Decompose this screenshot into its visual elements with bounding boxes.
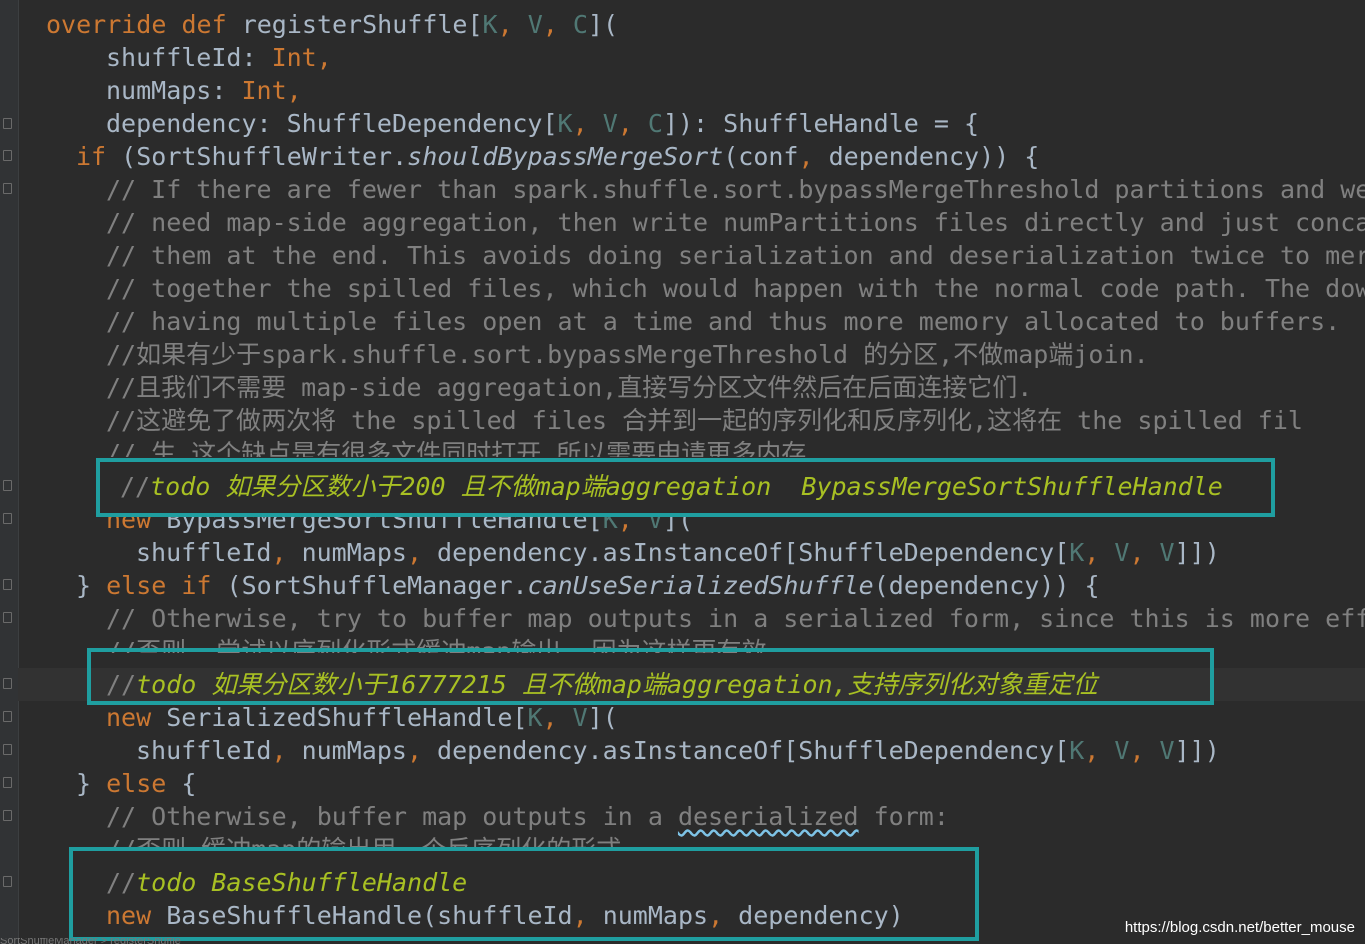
code-line[interactable]: new SerializedShuffleHandle[K, V]( xyxy=(106,701,618,734)
code-line[interactable]: } else { xyxy=(76,767,196,800)
highlight-box-serialized xyxy=(87,648,1214,705)
highlight-box-base xyxy=(69,847,979,941)
code-comment[interactable]: // need map-side aggregation, then write… xyxy=(106,206,1365,239)
code-line[interactable]: numMaps: Int, xyxy=(106,74,302,107)
code-line[interactable]: override def registerShuffle[K, V, C]( xyxy=(46,8,618,41)
code-comment[interactable]: // them at the end. This avoids doing se… xyxy=(106,239,1365,272)
code-comment[interactable]: // Otherwise, buffer map outputs in a de… xyxy=(106,800,949,833)
code-line[interactable]: shuffleId, numMaps, dependency.asInstanc… xyxy=(136,536,1220,569)
code-line[interactable]: dependency: ShuffleDependency[K, V, C]):… xyxy=(106,107,979,140)
code-comment[interactable]: // having multiple files open at a time … xyxy=(106,305,1340,338)
code-comment[interactable]: // together the spilled files, which wou… xyxy=(106,272,1365,305)
code-comment[interactable]: //这避免了做两次将 the spilled files 合并到一起的序列化和反… xyxy=(106,404,1303,437)
highlight-box-bypass xyxy=(96,458,1275,517)
code-line[interactable]: shuffleId, numMaps, dependency.asInstanc… xyxy=(136,734,1220,767)
code-comment[interactable]: // Otherwise, try to buffer map outputs … xyxy=(106,602,1365,635)
code-line[interactable]: if (SortShuffleWriter.shouldBypassMergeS… xyxy=(76,140,1039,173)
code-comment[interactable]: // If there are fewer than spark.shuffle… xyxy=(106,173,1365,206)
breadcrumb[interactable]: SortShuffleManager > registerShuffle xyxy=(0,938,600,944)
code-line[interactable]: new BypassMergeSortShuffleHandle[K, V]( xyxy=(106,514,693,534)
watermark-text: https://blog.csdn.net/better_mouse xyxy=(1124,919,1355,936)
code-line[interactable]: shuffleId: Int, xyxy=(106,41,332,74)
code-comment[interactable]: //如果有少于spark.shuffle.sort.bypassMergeThr… xyxy=(106,338,1149,371)
code-line[interactable]: } else if (SortShuffleManager.canUseSeri… xyxy=(76,569,1100,602)
code-comment[interactable]: // 生.这个缺点是有很多文件同时打开,所以需要申请更多内存. xyxy=(106,437,821,457)
code-comment[interactable]: //且我们不需要 map-side aggregation,直接写分区文件然后在… xyxy=(106,371,1032,404)
